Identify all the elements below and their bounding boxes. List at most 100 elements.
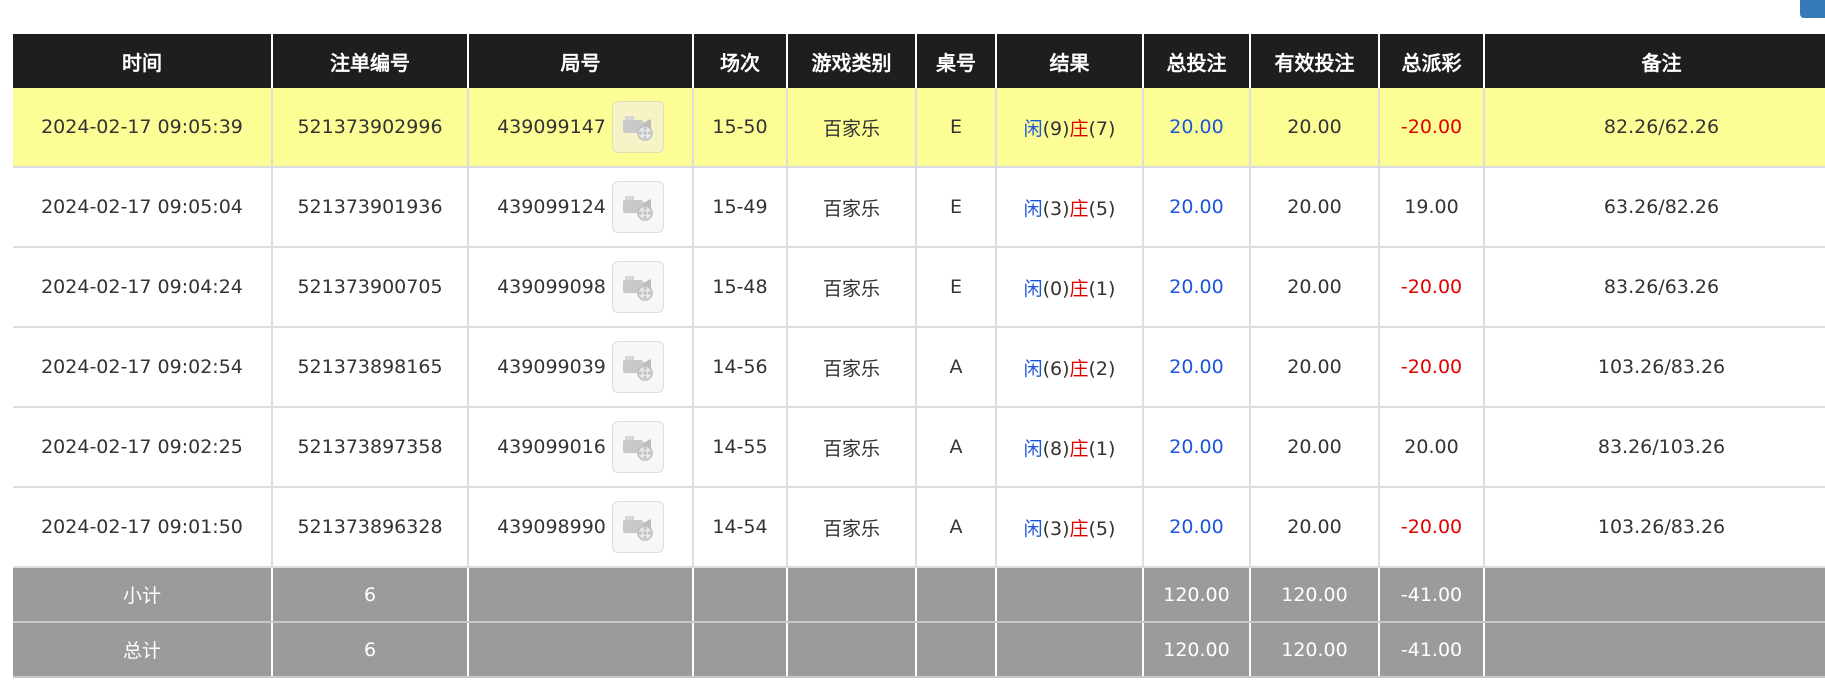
round-id-wrapper: 439099098 — [497, 261, 664, 313]
round-id-text: 439099016 — [497, 436, 606, 458]
cell-payout: 20.00 — [1379, 407, 1485, 488]
round-id-text: 439099098 — [497, 276, 606, 298]
summary-count: 6 — [272, 567, 469, 623]
header-time: 时间 — [13, 34, 273, 88]
video-replay-icon[interactable] — [611, 261, 664, 313]
cell-time: 2024-02-17 09:01:50 — [13, 487, 273, 568]
table-row: 2024-02-17 09:05:04 521373901936 439099124… — [13, 167, 1825, 248]
round-id-wrapper: 439099147 — [497, 101, 664, 153]
cell-result: 闲(8)庄(1) — [996, 407, 1144, 488]
cell-session: 14-55 — [693, 407, 788, 488]
round-id-text: 439098990 — [497, 516, 606, 538]
round-id-wrapper: 439099124 — [497, 181, 664, 233]
banker-score: (5) — [1088, 517, 1116, 540]
cell-remark: 63.26/82.26 — [1484, 167, 1825, 248]
cell-session: 15-49 — [693, 167, 788, 248]
cell-session: 15-50 — [693, 88, 788, 168]
banker-score: (5) — [1088, 197, 1116, 220]
banker-label: 庄 — [1069, 277, 1089, 300]
cell-payout: -20.00 — [1379, 88, 1485, 168]
cell-round-id: 439099098 — [468, 247, 694, 328]
cell-round-id: 439099124 — [468, 167, 694, 248]
player-score: (6) — [1042, 357, 1070, 380]
round-id-text: 439099039 — [497, 356, 606, 378]
cell-game-type: 百家乐 — [787, 167, 917, 248]
header-session: 场次 — [693, 34, 788, 88]
corner-button[interactable] — [1800, 0, 1825, 18]
cell-table-no: A — [916, 327, 997, 408]
cell-bet-id: 521373901936 — [272, 167, 469, 248]
cell-time: 2024-02-17 09:02:54 — [13, 327, 273, 408]
cell-total-bet: 20.00 — [1143, 487, 1251, 568]
video-replay-icon[interactable] — [611, 101, 664, 153]
cell-payout: -20.00 — [1379, 327, 1485, 408]
banker-label: 庄 — [1069, 197, 1089, 220]
table-row: 2024-02-17 09:04:24 521373900705 439099098… — [13, 247, 1825, 328]
round-id-text: 439099124 — [497, 196, 606, 218]
cell-bet-id: 521373898165 — [272, 327, 469, 408]
cell-time: 2024-02-17 09:04:24 — [13, 247, 273, 328]
summary-label: 小计 — [13, 567, 273, 623]
header-result: 结果 — [996, 34, 1144, 88]
table-row: 2024-02-17 09:02:54 521373898165 439099039… — [13, 327, 1825, 408]
cell-remark: 103.26/83.26 — [1484, 327, 1825, 408]
cell-valid-bet: 20.00 — [1250, 167, 1380, 248]
cell-total-bet: 20.00 — [1143, 167, 1251, 248]
summary-total-bet: 120.00 — [1143, 567, 1251, 623]
player-label: 闲 — [1023, 437, 1043, 460]
summary-empty-cell — [996, 622, 1144, 678]
header-table-no: 桌号 — [916, 34, 997, 88]
summary-empty-cell — [693, 622, 788, 678]
summary-total-bet: 120.00 — [1143, 622, 1251, 678]
video-replay-icon[interactable] — [611, 181, 664, 233]
cell-round-id: 439099147 — [468, 88, 694, 168]
player-label: 闲 — [1023, 517, 1043, 540]
bet-records-table: 时间 注单编号 局号 场次 游戏类别 桌号 结果 总投注 有效投注 总派彩 备注… — [13, 34, 1825, 678]
cell-game-type: 百家乐 — [787, 247, 917, 328]
table-row: 2024-02-17 09:02:25 521373897358 439099016… — [13, 407, 1825, 488]
header-game-type: 游戏类别 — [787, 34, 917, 88]
video-replay-icon[interactable] — [611, 421, 664, 473]
banker-label: 庄 — [1069, 357, 1089, 380]
grand-total-row: 总计 6 120.00 120.00 -41.00 — [13, 622, 1825, 678]
cell-remark: 103.26/83.26 — [1484, 487, 1825, 568]
cell-bet-id: 521373902996 — [272, 88, 469, 168]
player-score: (8) — [1042, 437, 1070, 460]
cell-total-bet: 20.00 — [1143, 327, 1251, 408]
banker-label: 庄 — [1069, 517, 1089, 540]
cell-session: 15-48 — [693, 247, 788, 328]
player-score: (3) — [1042, 517, 1070, 540]
player-label: 闲 — [1023, 197, 1043, 220]
summary-payout: -41.00 — [1379, 567, 1485, 623]
cell-total-bet: 20.00 — [1143, 88, 1251, 168]
cell-table-no: E — [916, 88, 997, 168]
summary-count: 6 — [272, 622, 469, 678]
header-payout: 总派彩 — [1379, 34, 1485, 88]
cell-result: 闲(6)庄(2) — [996, 327, 1144, 408]
cell-total-bet: 20.00 — [1143, 247, 1251, 328]
cell-game-type: 百家乐 — [787, 487, 917, 568]
cell-remark: 82.26/62.26 — [1484, 88, 1825, 168]
summary-empty-cell — [787, 622, 917, 678]
banker-score: (7) — [1088, 117, 1116, 140]
video-replay-icon[interactable] — [611, 501, 664, 553]
summary-empty-cell — [787, 567, 917, 623]
video-replay-icon[interactable] — [611, 341, 664, 393]
header-bet-id: 注单编号 — [272, 34, 469, 88]
player-score: (0) — [1042, 277, 1070, 300]
banker-score: (1) — [1088, 277, 1116, 300]
summary-empty-cell — [693, 567, 788, 623]
cell-table-no: E — [916, 247, 997, 328]
banker-score: (2) — [1088, 357, 1116, 380]
cell-game-type: 百家乐 — [787, 327, 917, 408]
round-id-text: 439099147 — [497, 116, 606, 138]
cell-session: 14-54 — [693, 487, 788, 568]
summary-payout: -41.00 — [1379, 622, 1485, 678]
cell-total-bet: 20.00 — [1143, 407, 1251, 488]
cell-game-type: 百家乐 — [787, 88, 917, 168]
subtotal-row: 小计 6 120.00 120.00 -41.00 — [13, 567, 1825, 623]
cell-round-id: 439099039 — [468, 327, 694, 408]
table-header-row: 时间 注单编号 局号 场次 游戏类别 桌号 结果 总投注 有效投注 总派彩 备注 — [13, 34, 1825, 88]
cell-table-no: A — [916, 407, 997, 488]
header-round-id: 局号 — [468, 34, 694, 88]
